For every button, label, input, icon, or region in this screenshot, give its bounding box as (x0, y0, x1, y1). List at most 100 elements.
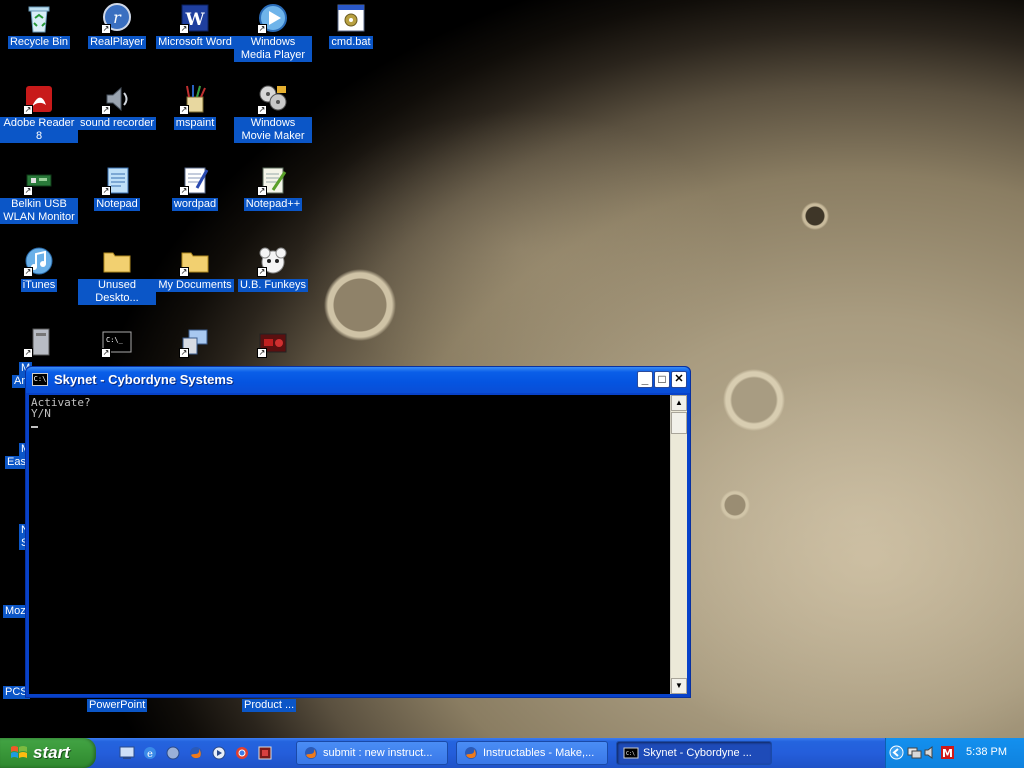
media-icon[interactable] (165, 745, 181, 761)
firefox-icon (303, 745, 319, 761)
desktop-icon-unused-desktop[interactable]: Unused Deskto... (78, 245, 156, 305)
command-prompt-icon: C:\ (623, 745, 639, 761)
antivirus-tray-icon[interactable]: M (940, 745, 955, 760)
console-line: Y/N (31, 407, 51, 420)
minimize-button[interactable]: _ (637, 371, 653, 388)
svg-text:r: r (113, 8, 122, 27)
shortcut-arrow-icon: ↗ (257, 24, 267, 34)
desktop-icon-label: U.B. Funkeys (237, 279, 309, 292)
desktop-icon-microsoft-word[interactable]: W ↗ Microsoft Word (156, 2, 234, 49)
shortcut-arrow-icon: ↗ (101, 186, 111, 196)
notepad-icon: ↗ (101, 164, 133, 196)
shortcut-arrow-icon: ↗ (179, 24, 189, 34)
network-computer-icon: ↗ (179, 326, 211, 358)
desktop-icon-label: Recycle Bin (7, 36, 71, 49)
desktop-icon-partial-3[interactable]: ↗ (156, 326, 234, 360)
show-hidden-icons-chevron-icon[interactable] (889, 745, 904, 760)
scroll-up-button[interactable]: ▲ (671, 395, 687, 411)
red-device-icon: ↗ (257, 326, 289, 358)
desktop-icon-recycle-bin[interactable]: Recycle Bin (0, 2, 78, 49)
recycle-bin-icon (23, 2, 55, 34)
folder-icon (101, 245, 133, 277)
taskbar-task-firefox-instructables[interactable]: Instructables - Make,... (456, 741, 608, 765)
desktop-icon-windows-media-player[interactable]: ↗ Windows Media Player (234, 2, 312, 62)
window-titlebar[interactable]: C:\ Skynet - Cybordyne Systems _ □ ✕ (26, 367, 690, 393)
desktop-icon-realplayer[interactable]: r ↗ RealPlayer (78, 2, 156, 49)
desktop-icon-itunes[interactable]: ↗ iTunes (0, 245, 78, 292)
window-title: Skynet - Cybordyne Systems (54, 372, 234, 387)
shortcut-arrow-icon: ↗ (179, 105, 189, 115)
desktop-icon-partial-2[interactable]: C:\_ ↗ (78, 326, 156, 360)
quick-launch-app-icon[interactable] (257, 745, 273, 761)
internet-explorer-icon[interactable]: e (142, 745, 158, 761)
shortcut-arrow-icon: ↗ (101, 348, 111, 358)
start-button[interactable]: start (0, 738, 96, 768)
start-label: start (33, 743, 70, 762)
console-output[interactable]: Activate? Y/N (29, 395, 670, 694)
desktop-icon-mspaint[interactable]: ↗ mspaint (156, 83, 234, 130)
desktop-icon-cmd-bat[interactable]: cmd.bat (312, 2, 390, 49)
command-prompt-icon[interactable]: C:\ (32, 373, 48, 386)
console-line: Activate? (31, 396, 91, 409)
notepad-plus-plus-icon: ↗ (257, 164, 289, 196)
desktop-icon-label: mspaint (173, 117, 217, 130)
desktop-icon-sound-recorder[interactable]: ↗ sound recorder (78, 83, 156, 130)
media-player-icon[interactable] (211, 745, 227, 761)
shortcut-arrow-icon: ↗ (23, 105, 33, 115)
desktop-icon-notepad[interactable]: ↗ Notepad (78, 164, 156, 211)
desktop-icon-label: cmd.bat (329, 36, 373, 49)
desktop-icon-label: RealPlayer (88, 36, 146, 49)
desktop-icon-label: My Documents (156, 279, 234, 292)
shortcut-arrow-icon: ↗ (179, 267, 189, 277)
maximize-button[interactable]: □ (654, 371, 670, 388)
svg-text:C:\_: C:\_ (106, 336, 124, 344)
shortcut-arrow-icon: ↗ (23, 348, 33, 358)
desktop-icon-windows-movie-maker[interactable]: ↗ Windows Movie Maker (234, 83, 312, 143)
desktop-icon-adobe-reader[interactable]: ↗ Adobe Reader 8 (0, 83, 78, 143)
paint-icon: ↗ (179, 83, 211, 115)
firefox-icon[interactable] (188, 745, 204, 761)
wlan-adapter-icon: ↗ (23, 164, 55, 196)
console-window[interactable]: C:\ Skynet - Cybordyne Systems _ □ ✕ Act… (25, 366, 691, 698)
desktop-icon-partial-1[interactable]: ↗ (0, 326, 78, 360)
adobe-reader-icon: ↗ (23, 83, 55, 115)
vertical-scrollbar[interactable]: ▲ ▼ (670, 395, 687, 694)
svg-text:C:\: C:\ (626, 751, 635, 757)
desktop-icon-notepad-plus-plus[interactable]: ↗ Notepad++ (234, 164, 312, 211)
realplayer-icon: r ↗ (101, 2, 133, 34)
close-button[interactable]: ✕ (671, 371, 687, 388)
svg-text:e: e (147, 749, 153, 760)
wordpad-icon: ↗ (179, 164, 211, 196)
command-prompt-icon: C:\_ ↗ (101, 326, 133, 358)
desktop-icon-my-documents[interactable]: ↗ My Documents (156, 245, 234, 292)
desktop-icon-label: wordpad (171, 198, 219, 211)
desktop-icon-label: Windows Movie Maker (234, 117, 312, 143)
shortcut-arrow-icon: ↗ (257, 348, 267, 358)
speaker-icon: ↗ (101, 83, 133, 115)
svg-text:M: M (942, 747, 953, 760)
desktop-icon-wordpad[interactable]: ↗ wordpad (156, 164, 234, 211)
firefox-icon (463, 745, 479, 761)
desktop-icon-belkin-usb[interactable]: ↗ Belkin USB WLAN Monitor (0, 164, 78, 224)
shortcut-arrow-icon: ↗ (23, 186, 33, 196)
windows-logo-icon (10, 745, 28, 761)
scroll-down-button[interactable]: ▼ (671, 678, 687, 694)
desktop-icon-label-powerpoint[interactable]: PowerPoint (87, 699, 148, 712)
show-desktop-icon[interactable] (119, 745, 135, 761)
itunes-icon: ↗ (23, 245, 55, 277)
chrome-like-icon[interactable] (234, 745, 250, 761)
taskbar-task-firefox-submit[interactable]: submit : new instruct... (296, 741, 448, 765)
desktop-icon-ub-funkeys[interactable]: ↗ U.B. Funkeys (234, 245, 312, 292)
funkeys-icon: ↗ (257, 245, 289, 277)
taskbar-task-label: Skynet - Cybordyne ... (643, 747, 752, 759)
taskbar-task-skynet[interactable]: C:\ Skynet - Cybordyne ... (616, 741, 772, 765)
text-cursor (31, 426, 38, 428)
desktop-icon-label-product[interactable]: Product ... (242, 699, 297, 712)
clock[interactable]: 5:38 PM (966, 746, 1007, 758)
scroll-thumb[interactable] (671, 412, 687, 434)
desktop-icon-partial-4[interactable]: ↗ (234, 326, 312, 360)
volume-tray-icon[interactable] (923, 745, 938, 760)
desktop-icon-label: Unused Deskto... (78, 279, 156, 305)
desktop-icon-label: sound recorder (78, 117, 156, 130)
network-tray-icon[interactable] (907, 745, 922, 760)
